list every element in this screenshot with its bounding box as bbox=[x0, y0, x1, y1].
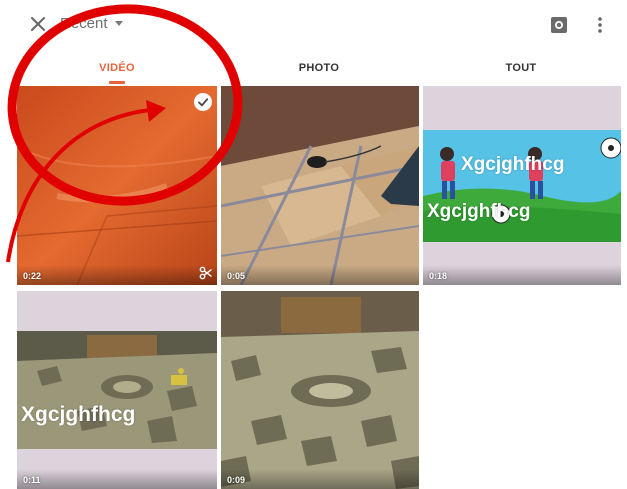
video-thumbnail[interactable]: 0:05 bbox=[221, 86, 419, 285]
video-thumbnail[interactable]: Xgcjghfhcg Xgcjghfhcg 0:18 bbox=[423, 86, 621, 285]
tab-all[interactable]: TOUT bbox=[421, 50, 621, 86]
video-overlay-text: Xgcjghfhcg bbox=[21, 403, 136, 426]
close-icon bbox=[31, 17, 45, 31]
video-thumbnail[interactable]: 0:09 bbox=[221, 291, 419, 489]
video-duration: 0:11 bbox=[23, 475, 41, 485]
video-thumbnail[interactable]: 0:22 bbox=[17, 86, 217, 285]
video-duration: 0:22 bbox=[23, 271, 42, 281]
video-preview-image bbox=[221, 291, 419, 489]
video-thumbnail[interactable]: Xgcjghfhcg 0:11 bbox=[17, 291, 217, 489]
close-button[interactable] bbox=[26, 12, 50, 36]
chevron-down-icon bbox=[114, 21, 123, 26]
video-preview-image bbox=[17, 86, 217, 285]
video-preview-image bbox=[423, 86, 621, 285]
tab-photo[interactable]: PHOTO bbox=[219, 50, 419, 86]
selected-badge[interactable] bbox=[194, 93, 212, 111]
scissors-icon bbox=[199, 266, 212, 280]
video-duration: 0:05 bbox=[227, 271, 246, 281]
album-label: Récent bbox=[60, 15, 108, 32]
tab-all-label: TOUT bbox=[505, 62, 537, 74]
active-tab-indicator bbox=[109, 81, 125, 84]
trim-button[interactable] bbox=[199, 266, 213, 280]
video-preview-image bbox=[17, 291, 217, 489]
camera-button[interactable] bbox=[548, 14, 570, 36]
more-options-button[interactable] bbox=[590, 13, 610, 37]
thumbnail-shade bbox=[17, 265, 217, 285]
thumbnail-shade bbox=[423, 265, 621, 285]
thumbnail-shade bbox=[221, 469, 419, 489]
camera-icon bbox=[551, 17, 567, 33]
album-dropdown[interactable]: Récent bbox=[60, 15, 123, 32]
tab-video[interactable]: VIDÉO bbox=[17, 50, 217, 86]
top-bar: Récent bbox=[0, 0, 627, 50]
tab-video-label: VIDÉO bbox=[99, 62, 135, 74]
video-preview-image bbox=[221, 86, 419, 285]
video-overlay-text: Xgcjghfhcg bbox=[461, 154, 565, 175]
thumbnail-shade bbox=[17, 469, 217, 489]
video-overlay-text: Xgcjghfhcg bbox=[427, 201, 531, 222]
checkmark-icon bbox=[198, 98, 209, 107]
video-duration: 0:18 bbox=[429, 271, 448, 281]
video-duration: 0:09 bbox=[227, 475, 246, 485]
media-type-tabs: VIDÉO PHOTO TOUT bbox=[0, 50, 627, 86]
thumbnail-shade bbox=[221, 265, 419, 285]
more-vert-icon bbox=[598, 17, 602, 33]
tab-photo-label: PHOTO bbox=[298, 62, 340, 74]
